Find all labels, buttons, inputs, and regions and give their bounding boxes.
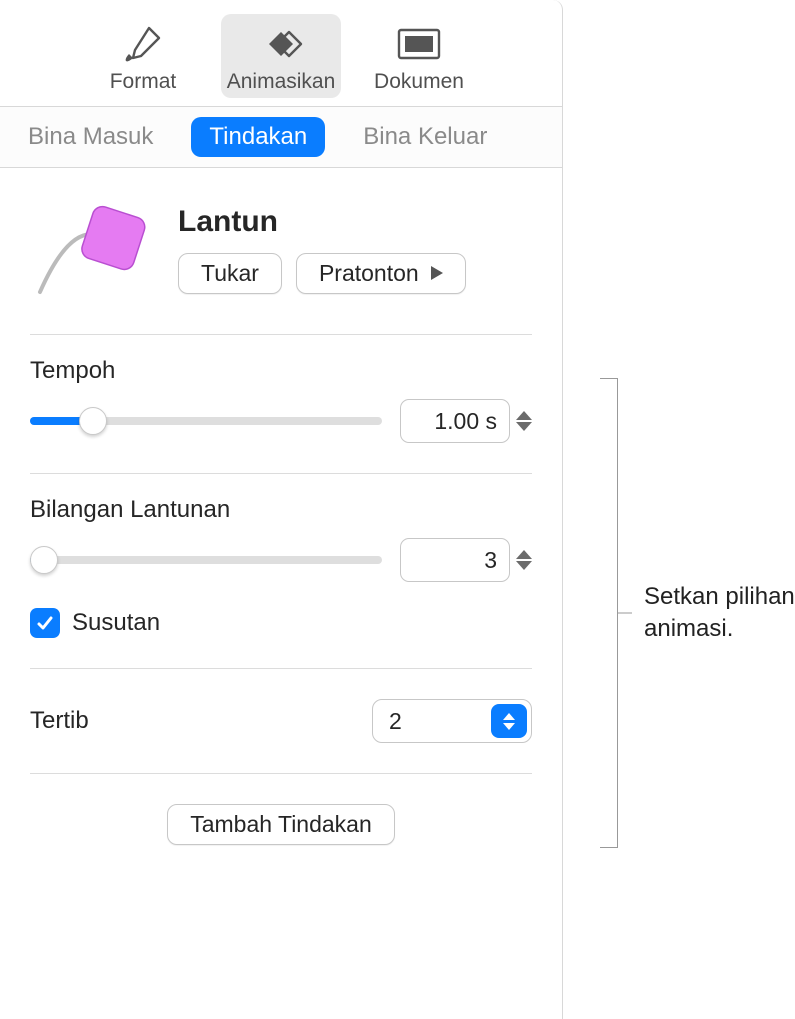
tab-build-in[interactable]: Bina Masuk [10, 117, 171, 157]
effect-title: Lantun [178, 205, 532, 239]
decay-row: Susutan [30, 608, 532, 638]
callout: Setkan pilihan animasi. [600, 378, 795, 848]
order-section: Tertib 2 [30, 669, 532, 743]
select-knob-icon [491, 704, 527, 738]
callout-text: Setkan pilihan animasi. [644, 581, 795, 646]
add-action-button[interactable]: Tambah Tindakan [167, 804, 395, 845]
order-value: 2 [389, 708, 402, 735]
bounce-effect-icon [30, 194, 160, 304]
duration-stepper [400, 399, 532, 443]
add-action-label: Tambah Tindakan [190, 811, 372, 838]
toolbar: Format Animasikan Dokumen [0, 0, 562, 107]
paintbrush-icon [121, 20, 165, 68]
bounces-label: Bilangan Lantunan [30, 496, 532, 524]
order-select[interactable]: 2 [372, 699, 532, 743]
bounces-stepper [400, 538, 532, 582]
change-button[interactable]: Tukar [178, 253, 282, 294]
tab-build-out[interactable]: Bina Keluar [345, 117, 505, 157]
format-tool[interactable]: Format [83, 14, 203, 98]
document-label: Dokumen [374, 70, 464, 94]
duration-input[interactable] [400, 399, 510, 443]
animate-icon [251, 20, 311, 68]
bounces-input[interactable] [400, 538, 510, 582]
chevron-down-icon [516, 422, 532, 431]
duration-section: Tempoh [30, 335, 532, 443]
bounces-stepper-arrows[interactable] [516, 550, 532, 570]
bounces-section: Bilangan Lantunan [30, 474, 532, 638]
play-icon [431, 266, 443, 280]
animate-tool[interactable]: Animasikan [221, 14, 341, 98]
inspector-panel: Format Animasikan Dokumen Bina Masuk Tin [0, 0, 563, 1019]
tab-bar: Bina Masuk Tindakan Bina Keluar [0, 107, 562, 168]
chevron-down-icon [516, 561, 532, 570]
order-label: Tertib [30, 707, 89, 735]
document-tool[interactable]: Dokumen [359, 14, 479, 98]
bounces-slider[interactable] [30, 545, 382, 575]
chevron-up-icon [516, 411, 532, 420]
chevron-up-icon [516, 550, 532, 559]
document-icon [394, 20, 444, 68]
decay-label: Susutan [72, 609, 160, 637]
change-button-label: Tukar [201, 260, 259, 287]
duration-stepper-arrows[interactable] [516, 411, 532, 431]
animate-label: Animasikan [227, 70, 336, 94]
decay-checkbox[interactable] [30, 608, 60, 638]
callout-bracket [600, 378, 618, 848]
tab-action[interactable]: Tindakan [191, 117, 325, 157]
preview-button-label: Pratonton [319, 260, 419, 287]
duration-label: Tempoh [30, 357, 532, 385]
preview-button[interactable]: Pratonton [296, 253, 466, 294]
effect-header: Lantun Tukar Pratonton [30, 194, 532, 304]
format-label: Format [110, 70, 177, 94]
content-area: Lantun Tukar Pratonton Tempoh [0, 168, 562, 845]
duration-slider[interactable] [30, 406, 382, 436]
